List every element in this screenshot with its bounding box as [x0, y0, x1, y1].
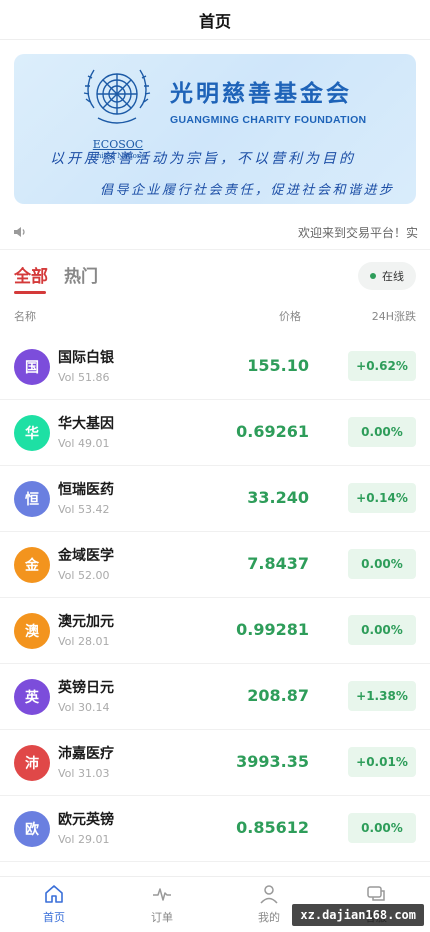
avatar: 国	[14, 349, 50, 385]
item-volume: Vol 51.86	[58, 371, 110, 384]
banner-title-cn: 光明慈善基金会	[170, 81, 352, 107]
tab-hot[interactable]: 热门	[64, 262, 98, 287]
speaker-icon	[14, 227, 25, 237]
item-price: 0.85612	[236, 818, 309, 837]
avatar: 恒	[14, 481, 50, 517]
avatar: 华	[14, 415, 50, 451]
tabbar-orders-label: 订单	[151, 911, 173, 924]
page-title: 首页	[198, 11, 231, 31]
notice-text: 欢迎来到交易平台！实	[297, 226, 418, 240]
item-name: 国际白银	[58, 350, 114, 366]
change-badge: +0.62%	[348, 351, 416, 381]
item-volume: Vol 29.01	[58, 833, 110, 846]
item-name: 沛嘉医疗	[58, 746, 114, 762]
market-tabs: 全部 热门 在线	[0, 258, 430, 298]
item-name: 华大基因	[58, 416, 114, 432]
banner-title-en: GUANGMING CHARITY FOUNDATION	[170, 114, 367, 126]
column-header: 名称 价格 24H涨跌	[0, 308, 430, 326]
item-price: 3993.35	[236, 752, 309, 771]
list-item[interactable]: 沛 沛嘉医疗 Vol 31.03 3993.35 +0.01%	[0, 730, 430, 796]
change-badge: 0.00%	[348, 417, 416, 447]
tabbar-home-label: 首页	[43, 911, 65, 924]
column-change: 24H涨跌	[371, 310, 416, 323]
item-volume: Vol 49.01	[58, 437, 110, 450]
item-name: 欧元英镑	[58, 812, 114, 828]
item-volume: Vol 28.01	[58, 635, 110, 648]
avatar: 欧	[14, 811, 50, 847]
tab-all[interactable]: 全部	[14, 262, 48, 287]
market-list: 国 国际白银 Vol 51.86 155.10 +0.62% 华 华大基因 Vo…	[0, 334, 430, 862]
column-price: 价格	[279, 310, 301, 323]
change-badge: 0.00%	[348, 813, 416, 843]
change-badge: +1.38%	[348, 681, 416, 711]
item-name: 澳元加元	[58, 614, 114, 630]
online-label: 在线	[382, 270, 404, 283]
change-badge: +0.14%	[348, 483, 416, 513]
online-status-badge: 在线	[358, 262, 416, 290]
item-price: 7.8437	[247, 554, 309, 573]
item-name: 金域医学	[58, 548, 114, 564]
item-volume: Vol 53.42	[58, 503, 110, 516]
item-name: 英镑日元	[58, 680, 114, 696]
change-badge: 0.00%	[348, 615, 416, 645]
online-dot-icon	[370, 273, 376, 279]
header: 首页	[0, 0, 430, 40]
tabbar-orders[interactable]: 订单	[108, 883, 216, 925]
avatar: 金	[14, 547, 50, 583]
item-volume: Vol 31.03	[58, 767, 110, 780]
column-name: 名称	[14, 310, 36, 323]
avatar: 澳	[14, 613, 50, 649]
list-item[interactable]: 金 金域医学 Vol 52.00 7.8437 0.00%	[0, 532, 430, 598]
change-badge: 0.00%	[348, 549, 416, 579]
notice-bar[interactable]: 欢迎来到交易平台！实	[0, 214, 430, 250]
avatar: 沛	[14, 745, 50, 781]
banner[interactable]: ECOSOC United Nations 光明慈善基金会 GUANGMING …	[14, 54, 416, 204]
item-price: 33.240	[247, 488, 309, 507]
chat-icon	[367, 886, 385, 901]
banner-slogan-2: 倡导企业履行社会责任，促进社会和谐进步	[100, 183, 395, 198]
item-volume: Vol 52.00	[58, 569, 110, 582]
list-item[interactable]: 华 华大基因 Vol 49.01 0.69261 0.00%	[0, 400, 430, 466]
change-badge: +0.01%	[348, 747, 416, 777]
banner-slogan-1: 以开展慈善活动为宗旨，不以营利为目的	[50, 151, 356, 167]
avatar: 英	[14, 679, 50, 715]
item-name: 恒瑞医药	[58, 482, 114, 498]
tabbar-home[interactable]: 首页	[0, 883, 108, 925]
item-price: 155.10	[247, 356, 309, 375]
list-item[interactable]: 澳 澳元加元 Vol 28.01 0.99281 0.00%	[0, 598, 430, 664]
user-icon	[260, 885, 278, 904]
list-item[interactable]: 欧 欧元英镑 Vol 29.01 0.85612 0.00%	[0, 796, 430, 862]
un-emblem-icon	[83, 69, 151, 124]
item-price: 0.69261	[236, 422, 309, 441]
pulse-icon	[153, 888, 171, 901]
list-item[interactable]: 英 英镑日元 Vol 30.14 208.87 +1.38%	[0, 664, 430, 730]
watermark: xz.dajian168.com	[292, 904, 424, 926]
tab-active-indicator	[14, 291, 46, 294]
item-price: 0.99281	[236, 620, 309, 639]
list-item[interactable]: 恒 恒瑞医药 Vol 53.42 33.240 +0.14%	[0, 466, 430, 532]
home-icon	[45, 885, 63, 903]
item-volume: Vol 30.14	[58, 701, 110, 714]
list-item[interactable]: 国 国际白银 Vol 51.86 155.10 +0.62%	[0, 334, 430, 400]
item-price: 208.87	[247, 686, 309, 705]
